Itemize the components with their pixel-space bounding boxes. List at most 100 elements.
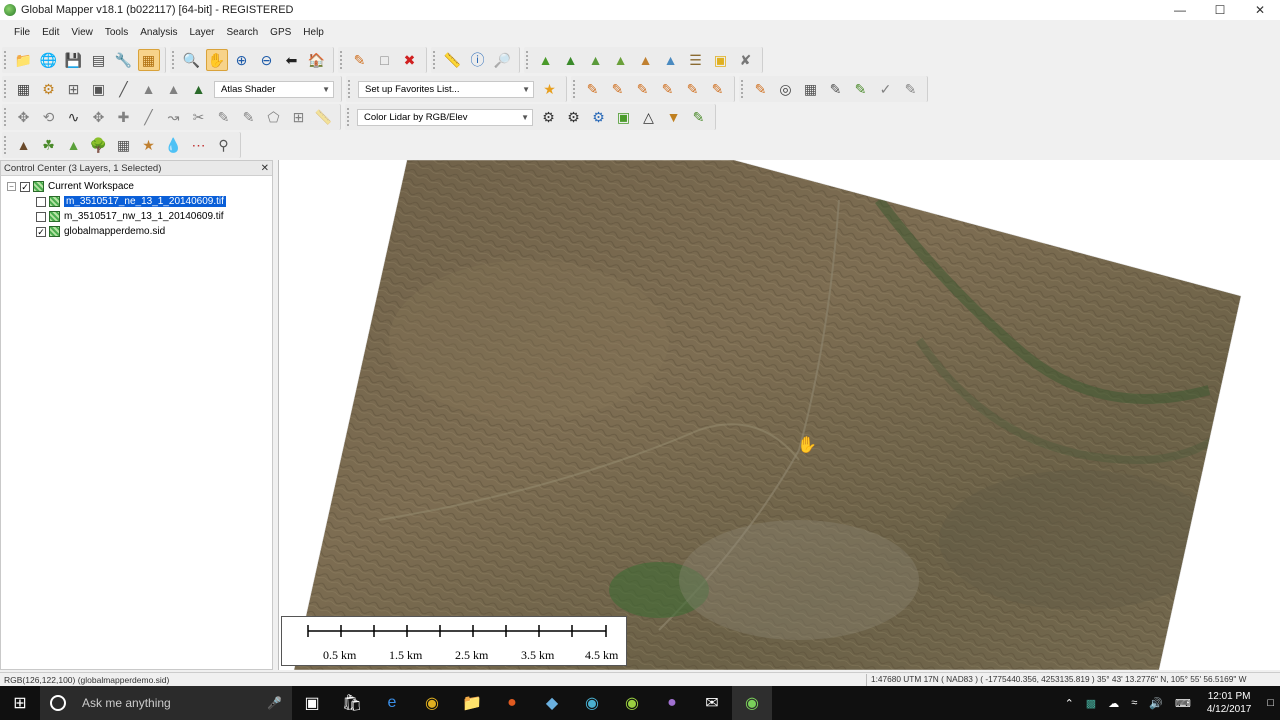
layer-row[interactable]: m_3510517_nw_13_1_20140609.tif xyxy=(1,209,272,224)
app-icon[interactable]: ● xyxy=(492,686,532,720)
toolbar-grip[interactable] xyxy=(433,51,437,69)
menu-help[interactable]: Help xyxy=(297,27,330,38)
store-icon[interactable]: 🛍 xyxy=(332,686,372,720)
minimize-button[interactable]: — xyxy=(1160,0,1200,20)
cloud-icon[interactable]: ☁ xyxy=(1108,697,1119,710)
global-mapper-taskbar-icon[interactable]: ◉ xyxy=(732,686,772,720)
app-icon[interactable]: ◉ xyxy=(572,686,612,720)
chrome-icon[interactable]: ◉ xyxy=(412,686,452,720)
print-icon[interactable]: ▤ xyxy=(88,49,110,71)
save-icon[interactable]: 💾 xyxy=(63,49,85,71)
find-icon[interactable]: 🔎 xyxy=(492,49,514,71)
overlay-control-icon[interactable]: ▦ xyxy=(137,49,160,71)
view-shed-icon[interactable]: ▲ xyxy=(610,49,632,71)
points-icon[interactable]: ⋯ xyxy=(188,134,210,156)
circle-target-icon[interactable]: ◎ xyxy=(775,78,797,100)
buffer-icon[interactable]: ✎ xyxy=(238,106,260,128)
toolbar-grip[interactable] xyxy=(526,51,530,69)
crop-tool-icon[interactable]: ⊞ xyxy=(288,106,310,128)
draw-area-icon[interactable]: ✎ xyxy=(657,78,679,100)
disabled-tool-icon[interactable]: ✓ xyxy=(875,78,897,100)
building-icon[interactable]: ▦ xyxy=(113,134,135,156)
lidar-settings-icon[interactable]: ⚙ xyxy=(538,106,560,128)
task-view-icon[interactable]: ▣ xyxy=(292,686,332,720)
home-icon[interactable]: 🏠 xyxy=(306,49,328,71)
layer-checkbox[interactable]: ✓ xyxy=(36,226,46,237)
digitizer-select-icon[interactable]: 🔍 xyxy=(181,49,203,71)
combine-icon[interactable]: ✎ xyxy=(213,106,235,128)
lidar-grid-icon[interactable]: ▣ xyxy=(613,106,635,128)
vertex-icon[interactable]: ✎ xyxy=(825,78,847,100)
zoom-in-icon[interactable]: ⊕ xyxy=(231,49,253,71)
menu-search[interactable]: Search xyxy=(220,27,264,38)
maximize-button[interactable]: ☐ xyxy=(1200,0,1240,20)
wrench-icon[interactable]: 🔧 xyxy=(113,49,135,71)
contour-icon[interactable]: ▲ xyxy=(560,49,582,71)
pencil-icon[interactable]: ✎ xyxy=(349,49,371,71)
reshape-icon[interactable]: ∿ xyxy=(63,106,85,128)
open-folder-icon[interactable]: 📁 xyxy=(13,49,35,71)
workspace-checkbox[interactable]: ✓ xyxy=(20,181,30,192)
windows-start-icon[interactable]: ⊞ xyxy=(0,686,40,720)
layer-row[interactable]: m_3510517_ne_13_1_20140609.tif xyxy=(1,194,272,209)
shader-select[interactable]: Atlas Shader ▼ xyxy=(214,80,334,98)
draw-line-icon[interactable]: ✎ xyxy=(582,78,604,100)
draw-line-3-icon[interactable]: ✎ xyxy=(632,78,654,100)
app-icon[interactable]: ◆ xyxy=(532,686,572,720)
delete-icon[interactable]: ✖ xyxy=(399,49,421,71)
mountain-icon[interactable]: ▲ xyxy=(13,134,35,156)
terrain-combine-icon[interactable]: ☰ xyxy=(685,49,707,71)
ruler-icon[interactable]: 📏 xyxy=(313,106,335,128)
layer-checkbox[interactable] xyxy=(36,211,46,222)
toolbar-grip[interactable] xyxy=(172,51,176,69)
search-tool-icon[interactable]: ⚲ xyxy=(213,134,235,156)
move-icon[interactable]: ✥ xyxy=(13,106,35,128)
toolbar-grip[interactable] xyxy=(4,51,8,69)
toolbar-grip[interactable] xyxy=(348,80,352,98)
lidar-color-select[interactable]: Color Lidar by RGB/Elev ▼ xyxy=(357,108,533,126)
split-icon[interactable]: ✚ xyxy=(113,106,135,128)
menu-layer[interactable]: Layer xyxy=(183,27,220,38)
layout-icon[interactable]: ▦ xyxy=(13,78,35,100)
line-tool-icon[interactable]: ╱ xyxy=(138,106,160,128)
path-profile-icon[interactable]: ▲ xyxy=(635,49,657,71)
move-vertex-icon[interactable]: ✥ xyxy=(88,106,110,128)
shader-icon[interactable]: ▲ xyxy=(188,78,210,100)
feature-icon[interactable]: ⚙ xyxy=(38,78,60,100)
menu-view[interactable]: View xyxy=(65,27,99,38)
power-line-icon[interactable]: ★ xyxy=(138,134,160,156)
3d-view-icon[interactable]: ▣ xyxy=(88,78,110,100)
lidar-filter-icon[interactable]: ⚙ xyxy=(588,106,610,128)
edit-vertices-icon[interactable]: ✎ xyxy=(750,78,772,100)
zoom-out-icon[interactable]: ⊖ xyxy=(256,49,278,71)
elevation-icon[interactable]: ▲ xyxy=(138,78,160,100)
microphone-icon[interactable]: 🎤 xyxy=(267,696,282,710)
star-icon[interactable]: ★ xyxy=(539,78,561,100)
close-button[interactable]: ✕ xyxy=(1240,0,1280,20)
grid-icon[interactable]: ▦ xyxy=(800,78,822,100)
raster-calculator-icon[interactable]: ▣ xyxy=(710,49,732,71)
menu-analysis[interactable]: Analysis xyxy=(134,27,183,38)
draw-line-2-icon[interactable]: ✎ xyxy=(607,78,629,100)
shape-icon[interactable]: ✎ xyxy=(850,78,872,100)
map-view[interactable]: ✋ 0.5 km 1.5 km 2.5 km 3.5 km 4.5 km xyxy=(278,160,1280,670)
toolbar-grip[interactable] xyxy=(340,51,344,69)
layer-row[interactable]: ✓ globalmapperdemo.sid xyxy=(1,224,272,239)
scissors-icon[interactable]: ✂ xyxy=(188,106,210,128)
slope-icon[interactable]: ╱ xyxy=(113,78,135,100)
keyboard-icon[interactable]: ⌨ xyxy=(1175,697,1191,710)
volume-icon[interactable]: 🔊 xyxy=(1149,697,1163,710)
pan-hand-icon[interactable]: ✋ xyxy=(205,49,228,71)
aerial-imagery[interactable]: ✋ xyxy=(279,160,1280,670)
measure-ruler-icon[interactable]: 📏 xyxy=(442,49,464,71)
funnel-icon[interactable]: ▼ xyxy=(663,106,685,128)
app-icon[interactable]: ● xyxy=(652,686,692,720)
globe-icon[interactable]: 🌐 xyxy=(38,49,60,71)
mail-icon[interactable]: ✉ xyxy=(692,686,732,720)
workspace-node[interactable]: − ✓ Current Workspace xyxy=(1,179,272,194)
toolbar-grip[interactable] xyxy=(4,80,8,98)
new-layer-icon[interactable]: □ xyxy=(374,49,396,71)
menu-tools[interactable]: Tools xyxy=(99,27,134,38)
info-icon[interactable]: ⓘ xyxy=(467,49,489,71)
toolbar-grip[interactable] xyxy=(573,80,577,98)
